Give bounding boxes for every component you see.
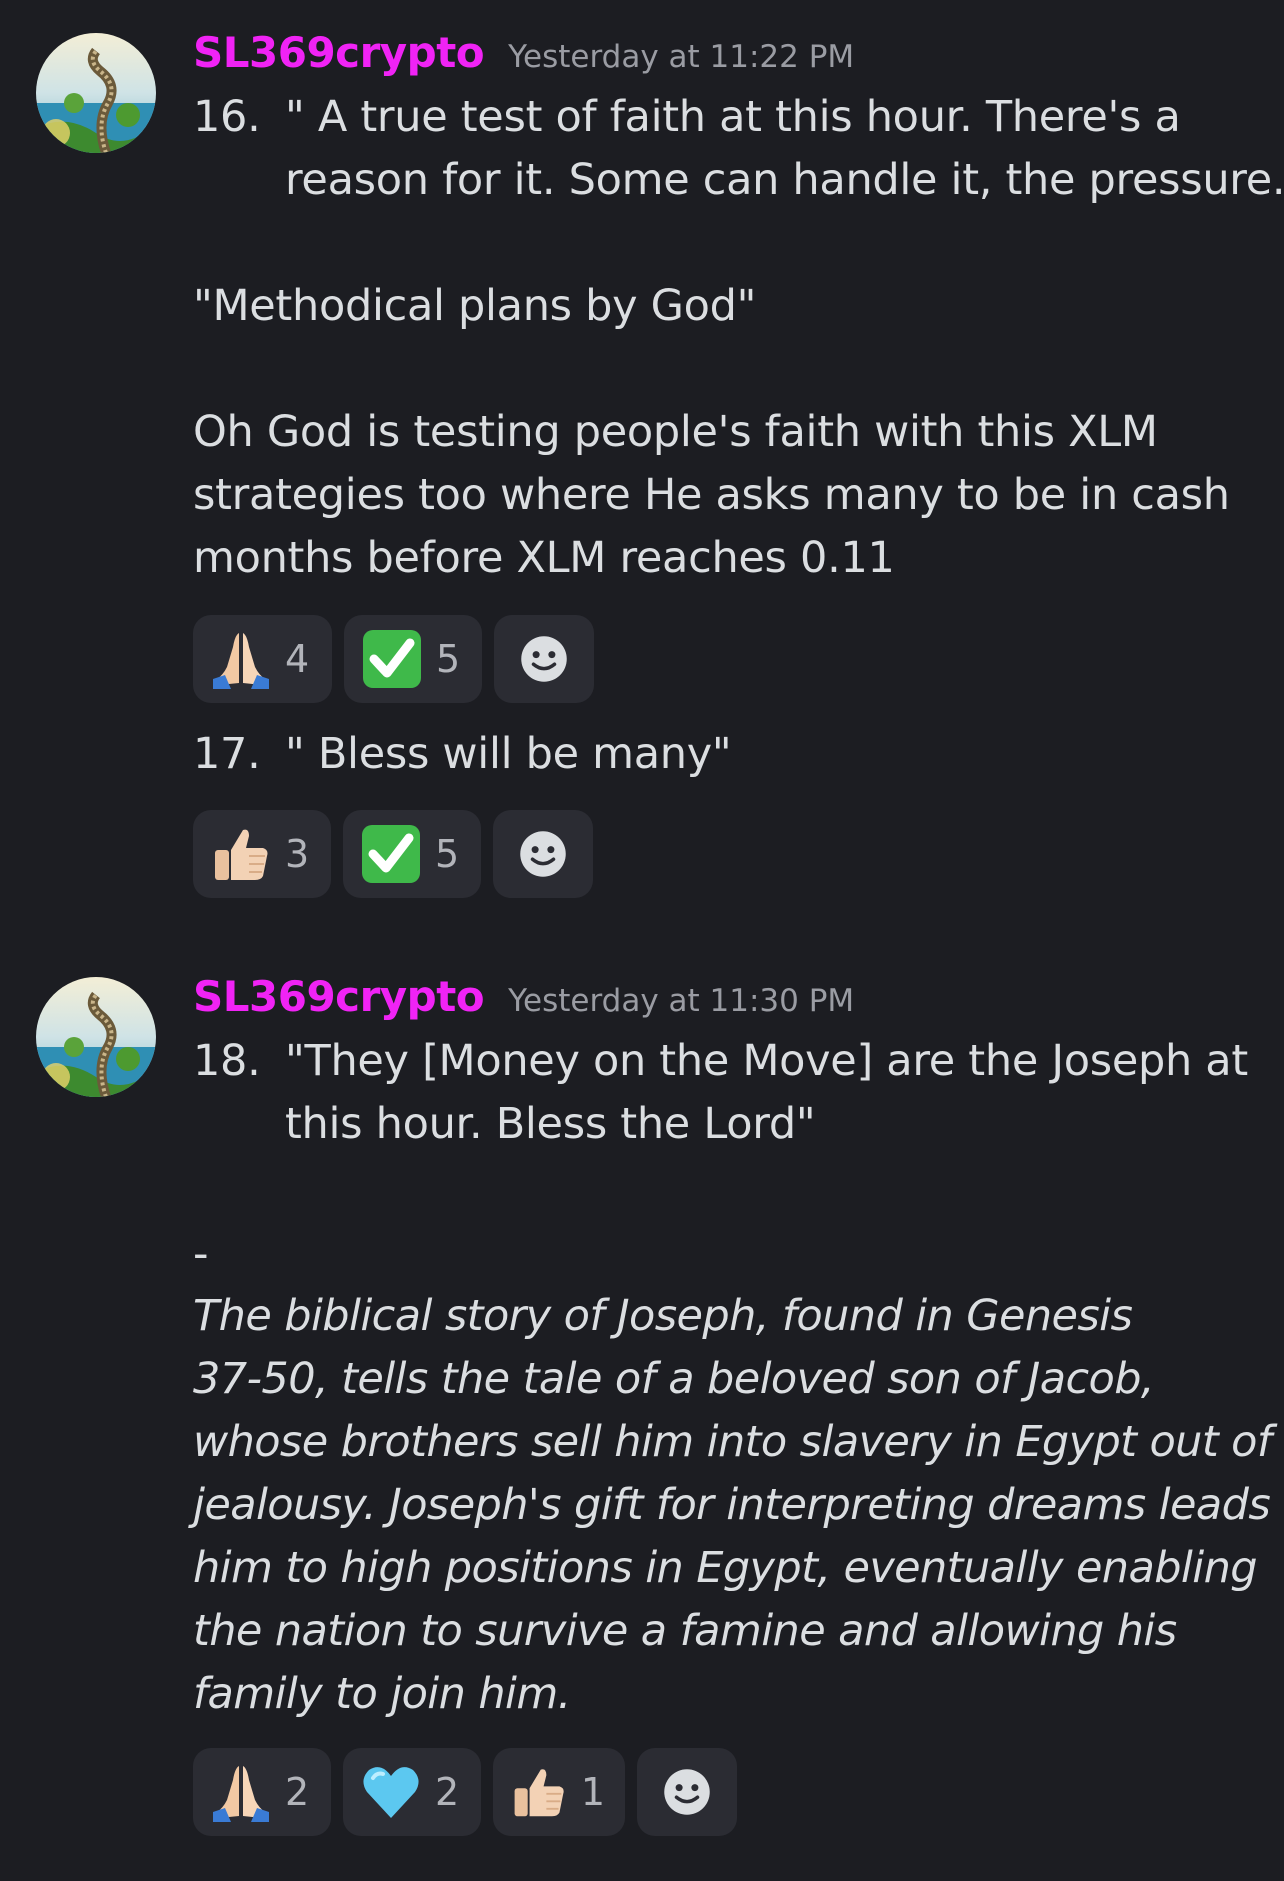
separator-text: - bbox=[193, 1229, 209, 1279]
italic-line: The biblical story of Joseph, found in G… bbox=[193, 1291, 1133, 1341]
reaction-count: 5 bbox=[435, 832, 460, 876]
reactions-bar: 4 5 bbox=[193, 615, 594, 703]
smiley-add-reaction-icon bbox=[516, 631, 572, 687]
reaction-count: 4 bbox=[285, 637, 310, 681]
timestamp: Yesterday at 11:22 PM bbox=[508, 39, 855, 75]
list-text: " A true test of faith at this hour. The… bbox=[285, 92, 1181, 142]
reaction-count: 2 bbox=[435, 1770, 460, 1814]
reaction-praying-hands[interactable]: 2 bbox=[193, 1748, 331, 1836]
timestamp: Yesterday at 11:30 PM bbox=[508, 983, 855, 1019]
list-number: 18. bbox=[193, 1036, 261, 1086]
italic-line: family to join him. bbox=[193, 1669, 571, 1719]
message-line: months before XLM reaches 0.11 bbox=[193, 533, 895, 583]
reaction-check-mark[interactable]: 5 bbox=[344, 615, 482, 703]
message-line: Oh God is testing people's faith with th… bbox=[193, 407, 1158, 457]
message-line: "Methodical plans by God" bbox=[193, 281, 757, 331]
italic-line: him to high positions in Egypt, eventual… bbox=[193, 1543, 1258, 1593]
message-line: strategies too where He asks many to be … bbox=[193, 470, 1230, 520]
message-header: SL369crypto Yesterday at 11:30 PM bbox=[193, 972, 854, 1021]
thumbs-up-icon bbox=[209, 822, 273, 886]
reaction-light-blue-heart[interactable]: 2 bbox=[343, 1748, 481, 1836]
italic-line: 37-50, tells the tale of a beloved son o… bbox=[193, 1354, 1155, 1404]
add-reaction-button[interactable] bbox=[637, 1748, 737, 1836]
reaction-count: 3 bbox=[285, 832, 310, 876]
praying-hands-icon bbox=[209, 627, 273, 691]
list-number: 16. bbox=[193, 92, 261, 142]
username[interactable]: SL369crypto bbox=[193, 28, 485, 77]
check-mark-button-icon bbox=[360, 627, 424, 691]
message-line: this hour. Bless the Lord" bbox=[285, 1099, 816, 1149]
reaction-count: 1 bbox=[580, 1770, 605, 1814]
reaction-count: 5 bbox=[436, 637, 461, 681]
smiley-add-reaction-icon bbox=[659, 1764, 715, 1820]
message-line: 16. " A true test of faith at this hour. … bbox=[193, 86, 1181, 149]
italic-line: jealousy. Joseph's gift for interpreting… bbox=[193, 1480, 1271, 1530]
message-line: 17. " Bless will be many" bbox=[193, 723, 732, 786]
reaction-praying-hands[interactable]: 4 bbox=[193, 615, 332, 703]
reaction-count: 2 bbox=[285, 1770, 310, 1814]
message-line: 18. "They [Money on the Move] are the Jos… bbox=[193, 1030, 1248, 1093]
stairway-avatar-image bbox=[36, 33, 156, 153]
username[interactable]: SL369crypto bbox=[193, 972, 485, 1021]
message-header: SL369crypto Yesterday at 11:22 PM bbox=[193, 28, 854, 77]
list-text: "They [Money on the Move] are the Joseph… bbox=[285, 1036, 1248, 1086]
reactions-bar: 2 2 1 bbox=[193, 1748, 737, 1836]
add-reaction-button[interactable] bbox=[494, 615, 594, 703]
reaction-thumbs-up[interactable]: 1 bbox=[493, 1748, 625, 1836]
italic-line: whose brothers sell him into slavery in … bbox=[193, 1417, 1272, 1467]
stairway-avatar-image bbox=[36, 977, 156, 1097]
smiley-add-reaction-icon bbox=[515, 826, 571, 882]
thumbs-up-icon bbox=[509, 1760, 569, 1824]
list-number: 17. bbox=[193, 729, 261, 779]
reactions-bar: 3 5 bbox=[193, 810, 593, 898]
check-mark-button-icon bbox=[359, 822, 423, 886]
user-avatar[interactable] bbox=[36, 977, 156, 1097]
italic-line: the nation to survive a famine and allow… bbox=[193, 1606, 1177, 1656]
reaction-thumbs-up[interactable]: 3 bbox=[193, 810, 331, 898]
praying-hands-icon bbox=[209, 1760, 273, 1824]
light-blue-heart-icon bbox=[359, 1760, 423, 1824]
reaction-check-mark[interactable]: 5 bbox=[343, 810, 481, 898]
list-text: " Bless will be many" bbox=[285, 729, 732, 779]
message-line: reason for it. Some can handle it, the p… bbox=[285, 155, 1284, 205]
add-reaction-button[interactable] bbox=[493, 810, 593, 898]
user-avatar[interactable] bbox=[36, 33, 156, 153]
